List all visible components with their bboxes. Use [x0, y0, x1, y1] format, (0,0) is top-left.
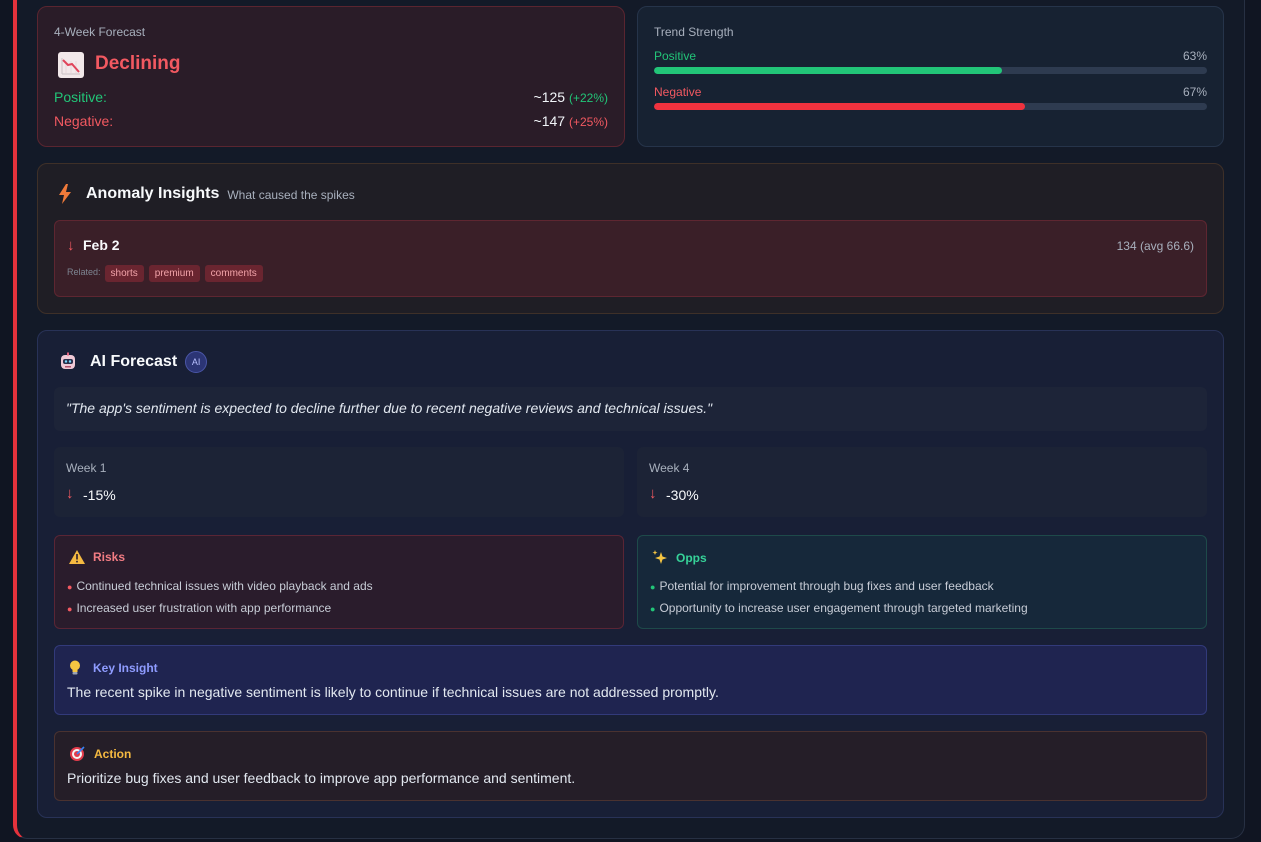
- opportunity-item: ● Opportunity to increase user engagement…: [650, 601, 1028, 615]
- ai-badge: AI: [185, 351, 208, 373]
- trend-positive-label: Positive: [654, 49, 697, 63]
- anomaly-header: Anomaly Insights What caused the spikes: [58, 184, 355, 204]
- forecast-card: 4-Week Forecast Declining Positive: ~125…: [37, 6, 625, 147]
- opps-header: Opps: [652, 550, 707, 566]
- risk-item: ● Increased user frustration with app per…: [67, 601, 332, 615]
- ai-title: AI Forecast: [90, 353, 178, 370]
- forecast-negative-value: ~147: [533, 113, 566, 129]
- trend-positive-pct: 63%: [1182, 49, 1207, 63]
- trend-negative-bar: [654, 103, 1207, 110]
- action-text: Prioritize bug fixes and user feedback t…: [67, 770, 576, 786]
- forecast-status: Declining: [95, 53, 181, 74]
- trend-positive-bar: [654, 67, 1207, 74]
- forecast-positive-value: ~125: [533, 89, 566, 105]
- anomaly-subtitle: What caused the spikes: [227, 188, 355, 202]
- ai-header: AI Forecast AI: [58, 351, 208, 373]
- chart-decreasing-icon: [58, 52, 84, 78]
- trend-negative-label: Negative: [654, 85, 702, 99]
- anomaly-date: Feb 2: [83, 237, 120, 253]
- related-tags: Related: shorts premium comments: [67, 265, 268, 282]
- risks-header: Risks: [69, 550, 125, 564]
- risks-title: Risks: [93, 550, 126, 564]
- forecast-positive-label: Positive:: [54, 89, 107, 105]
- forecast-positive-change: (+22%): [568, 91, 608, 105]
- lightning-bolt-icon: [59, 184, 71, 204]
- key-insight-text: The recent spike in negative sentiment i…: [67, 684, 719, 700]
- target-icon: [70, 746, 85, 761]
- action-box: Action Prioritize bug fixes and user fee…: [54, 731, 1207, 801]
- ai-summary-quote: "The app's sentiment is expected to decl…: [54, 387, 1207, 431]
- trend-strength-card: Trend Strength Positive 63% Negative 67%: [637, 6, 1224, 147]
- anomaly-count: 134 (avg 66.6): [1116, 239, 1194, 253]
- anomaly-title: Anomaly Insights: [86, 185, 220, 202]
- risk-item: ● Continued technical issues with video p…: [67, 579, 373, 593]
- key-insight-header: Key Insight: [69, 660, 158, 675]
- trend-label: Trend Strength: [654, 25, 734, 39]
- down-arrow-icon: ↓: [67, 237, 75, 254]
- tag-shorts[interactable]: shorts: [104, 265, 144, 282]
- key-insight-title: Key Insight: [93, 660, 158, 675]
- warning-icon: [69, 550, 85, 564]
- opps-title: Opps: [676, 551, 707, 565]
- forecast-label: 4-Week Forecast: [54, 25, 146, 39]
- sparkles-icon: [652, 550, 667, 564]
- forecast-negative-label: Negative:: [54, 113, 114, 129]
- week-1-forecast: Week 1 ↓ -15%: [54, 447, 624, 517]
- action-title: Action: [94, 747, 132, 761]
- trend-negative-row: Negative 67%: [654, 85, 1207, 99]
- lightbulb-icon: [70, 660, 80, 675]
- trend-negative-bar-fill: [654, 103, 1025, 110]
- key-insight-box: Key Insight The recent spike in negative…: [54, 645, 1207, 715]
- trend-positive-bar-fill: [654, 67, 1003, 74]
- week-4-label: Week 4: [649, 461, 690, 475]
- week-4-value: -30%: [666, 487, 699, 503]
- down-arrow-icon: ↓: [649, 485, 657, 502]
- tag-premium[interactable]: premium: [148, 265, 200, 282]
- trend-negative-pct: 67%: [1182, 85, 1207, 99]
- ai-forecast-card: AI Forecast AI "The app's sentiment is e…: [37, 330, 1224, 818]
- week-4-forecast: Week 4 ↓ -30%: [637, 447, 1207, 517]
- tag-comments[interactable]: comments: [204, 265, 263, 282]
- forecast-negative-row: Negative: ~147 (+25%): [54, 113, 608, 129]
- opportunity-item: ● Potential for improvement through bug f…: [650, 579, 994, 593]
- related-label: Related:: [67, 267, 101, 277]
- week-1-label: Week 1: [66, 461, 107, 475]
- forecast-positive-row: Positive: ~125 (+22%): [54, 89, 608, 105]
- forecast-negative-change: (+25%): [568, 115, 608, 129]
- trend-positive-row: Positive 63%: [654, 49, 1207, 63]
- opportunities-box: Opps ● Potential for improvement through …: [637, 535, 1207, 629]
- robot-icon: [61, 352, 75, 369]
- action-header: Action: [69, 746, 131, 762]
- anomaly-insights-card: Anomaly Insights What caused the spikes …: [37, 163, 1224, 314]
- risks-box: Risks ● Continued technical issues with v…: [54, 535, 624, 629]
- anomaly-item[interactable]: ↓ Feb 2 134 (avg 66.6) Related: shorts p…: [54, 220, 1207, 297]
- week-1-value: -15%: [83, 487, 116, 503]
- down-arrow-icon: ↓: [66, 485, 74, 502]
